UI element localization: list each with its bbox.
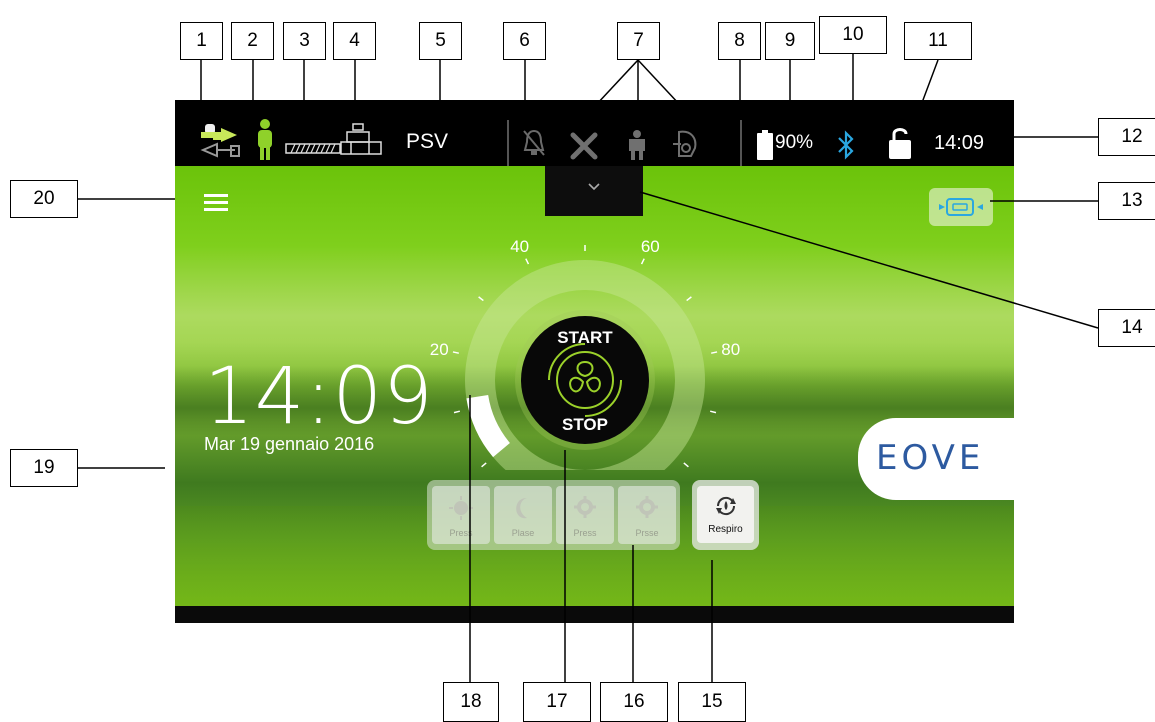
chevron-down-icon	[588, 183, 600, 191]
stop-label: STOP	[562, 415, 608, 434]
ventilation-mode-label: PSV	[406, 130, 449, 153]
respiro-icon	[716, 496, 736, 516]
start-stop-button[interactable]: START STOP	[521, 316, 649, 444]
preset-label: Press	[573, 528, 597, 538]
status-bar: PSV 90% 14:09	[175, 100, 1014, 166]
tools-icon[interactable]	[567, 130, 601, 162]
gauge-tick	[478, 296, 484, 302]
valve-icon	[340, 123, 382, 155]
preset-label: Plase	[511, 528, 535, 538]
bottom-bar	[175, 606, 1014, 623]
gear-icon	[636, 496, 658, 518]
alarm-muted-icon	[523, 129, 545, 156]
callout-13: 13	[1098, 182, 1155, 220]
brand-badge: EOVE	[858, 418, 1014, 500]
callout-10: 10	[819, 16, 887, 54]
battery-percentage: 90%	[775, 132, 814, 153]
start-label: START	[557, 328, 613, 347]
callout-2: 2	[231, 22, 274, 60]
callout-17: 17	[523, 682, 591, 722]
gauge-tick	[525, 258, 530, 265]
moon-icon	[516, 498, 527, 519]
bluetooth-icon[interactable]	[837, 130, 855, 160]
gauge-tick-label: 60	[641, 240, 660, 256]
home-clock: 14:09	[204, 352, 434, 442]
gear-icon	[574, 496, 596, 518]
gauge-tick-label: 0	[466, 467, 475, 470]
unlock-icon[interactable]	[888, 126, 912, 160]
brand-logo: EOVE	[876, 438, 985, 478]
callout-16: 16	[600, 682, 668, 722]
gauge-tick	[686, 296, 692, 302]
preset-label: Press	[449, 528, 473, 538]
device-screen: PSV 90% 14:09 20 40 60 80 START STOP 14:…	[175, 100, 1014, 623]
callout-1: 1	[180, 22, 223, 60]
mask-icon	[673, 130, 697, 157]
status-divider	[740, 120, 742, 166]
battery-icon	[757, 130, 773, 160]
status-divider	[507, 120, 509, 166]
preset-label: Prsse	[635, 528, 659, 538]
status-time: 14:09	[934, 132, 985, 154]
callout-11: 11	[904, 22, 972, 60]
respiro-label: Respiro	[708, 524, 743, 535]
callout-9: 9	[765, 22, 815, 60]
gauge-tick	[452, 351, 459, 354]
gauge-tick-label: 40	[510, 240, 529, 256]
callout-3: 3	[283, 22, 326, 60]
callout-12: 12	[1098, 118, 1155, 156]
preset-mode-day[interactable]: Press	[432, 486, 490, 544]
patient-type-icon	[629, 130, 645, 160]
gauge-tick	[640, 258, 645, 265]
callout-20: 20	[10, 180, 78, 218]
gauge-tick-label: 100	[685, 467, 713, 470]
callout-4: 4	[333, 22, 376, 60]
sun-icon	[449, 496, 473, 520]
pull-down-drawer-handle[interactable]	[545, 166, 643, 216]
circuit-connection-icon	[200, 124, 240, 158]
callout-18: 18	[443, 682, 499, 722]
callout-8: 8	[718, 22, 761, 60]
menu-icon[interactable]	[204, 192, 228, 212]
callout-5: 5	[419, 22, 462, 60]
respiro-button[interactable]: Respiro	[692, 480, 759, 550]
gauge-tick	[481, 462, 487, 468]
gauge-tick	[711, 351, 718, 354]
pressure-gauge: 020406080100 START STOP	[430, 240, 740, 470]
gauge-tick	[453, 410, 461, 414]
callout-6: 6	[503, 22, 546, 60]
callout-7: 7	[617, 22, 660, 60]
respiro-button-face: Respiro	[697, 486, 754, 543]
callout-14: 14	[1098, 309, 1155, 347]
preset-mode-4[interactable]: Prsse	[618, 486, 676, 544]
preset-mode-night[interactable]: Plase	[494, 486, 552, 544]
gauge-tick-label: 80	[721, 340, 740, 359]
callout-15: 15	[678, 682, 746, 722]
connection-button[interactable]	[929, 188, 993, 226]
circuit-hose-icon	[285, 143, 341, 154]
patient-icon	[258, 119, 272, 160]
device-link-icon	[939, 198, 983, 216]
preset-modes-bar: Press Plase Press Prsse	[427, 480, 680, 550]
home-date: Mar 19 gennaio 2016	[204, 434, 375, 454]
gauge-tick	[709, 410, 717, 414]
preset-mode-3[interactable]: Press	[556, 486, 614, 544]
callout-19: 19	[10, 449, 78, 487]
